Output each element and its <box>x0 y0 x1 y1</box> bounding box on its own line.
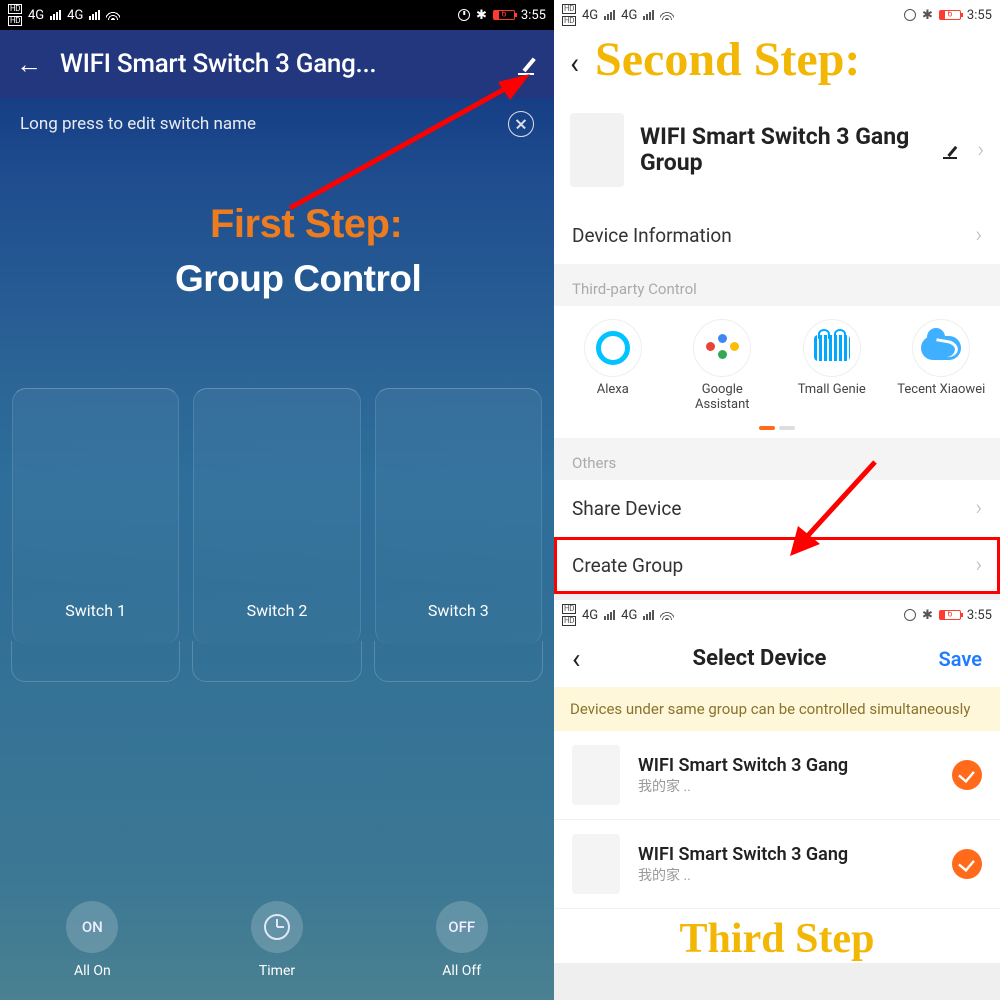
cloud-icon <box>921 336 961 360</box>
google-assistant-button[interactable]: Google Assistant <box>674 320 770 412</box>
back-icon[interactable]: ‹ <box>572 642 580 675</box>
third-party-row: Alexa Google Assistant Tmall Genie Tecen… <box>554 306 1000 422</box>
clock-text: 3:55 <box>967 8 992 23</box>
bluetooth-icon: ✱ <box>922 8 933 23</box>
off-icon: OFF <box>436 901 488 953</box>
row-device-info[interactable]: Device Information› <box>554 207 1000 264</box>
battery-icon: 6 <box>493 10 515 20</box>
on-icon: ON <box>66 901 118 953</box>
row-share-device[interactable]: Share Device› <box>554 480 1000 537</box>
edit-icon[interactable] <box>943 141 961 159</box>
device-icon <box>572 745 620 805</box>
tmall-genie-button[interactable]: Tmall Genie <box>784 320 880 412</box>
chevron-right-icon: › <box>975 496 982 521</box>
bluetooth-icon: ✱ <box>922 608 933 623</box>
tmall-icon <box>814 335 850 361</box>
device-header: WIFI Smart Switch 3 Gang Group › <box>554 97 1000 207</box>
select-header: ‹ Select Device Save <box>554 630 1000 687</box>
checkmark-icon[interactable] <box>952 760 982 790</box>
switch-card-1[interactable]: Switch 1 <box>12 388 179 644</box>
device-icon <box>572 834 620 894</box>
tencent-xiaowei-button[interactable]: Tecent Xiaowei <box>893 320 989 412</box>
chevron-right-icon: › <box>975 223 982 248</box>
device-thumb-icon <box>570 113 624 187</box>
device-item-2[interactable]: WIFI Smart Switch 3 Gang 我的家 .. <box>554 820 1000 909</box>
switch-card-2[interactable]: Switch 2 <box>193 388 360 644</box>
annotation-third-step: Third Step <box>554 909 1000 963</box>
page-indicator <box>554 422 1000 438</box>
section-third-party: Third-party Control <box>554 264 1000 306</box>
save-button[interactable]: Save <box>939 647 982 671</box>
alexa-button[interactable]: Alexa <box>565 320 661 412</box>
info-banner: Devices under same group can be controll… <box>554 687 1000 731</box>
clock-text: 3:55 <box>967 608 992 623</box>
all-off-button[interactable]: OFF All Off <box>369 880 554 1000</box>
back-icon[interactable]: ‹ <box>554 46 595 81</box>
alexa-icon <box>596 331 630 365</box>
page-title: WIFI Smart Switch 3 Gang... <box>60 49 498 79</box>
wifi-icon <box>660 610 674 620</box>
alarm-icon <box>904 9 916 21</box>
wifi-icon <box>106 10 120 20</box>
device-title: WIFI Smart Switch 3 Gang Group <box>640 124 927 177</box>
back-icon[interactable]: ← <box>16 49 42 80</box>
step1-screen: HDHD 4G 4G ✱ 6 3:55 ← WIFI Smart Switch … <box>0 0 554 1000</box>
row-create-group[interactable]: Create Group› <box>554 537 1000 594</box>
alarm-icon <box>458 9 470 21</box>
battery-icon: 6 <box>939 610 961 620</box>
page-title: Select Device <box>693 646 827 671</box>
battery-icon: 6 <box>939 10 961 20</box>
all-on-button[interactable]: ON All On <box>0 880 185 1000</box>
checkmark-icon[interactable] <box>952 849 982 879</box>
chevron-right-icon: › <box>975 553 982 578</box>
close-icon[interactable] <box>508 111 534 137</box>
edit-icon[interactable] <box>516 53 538 75</box>
app-bar: ← WIFI Smart Switch 3 Gang... <box>0 30 554 98</box>
tip-bar: Long press to edit switch name <box>0 98 554 150</box>
wifi-icon <box>660 10 674 20</box>
right-column: HDHD 4G 4G ✱ 6 3:55 ‹ Second Step: WIFI … <box>554 0 1000 1000</box>
chevron-right-icon[interactable]: › <box>977 138 984 163</box>
annotation-second-step: Second Step: <box>595 30 860 97</box>
tip-text: Long press to edit switch name <box>20 114 256 134</box>
switch-card-3[interactable]: Switch 3 <box>375 388 542 644</box>
google-icon <box>706 332 738 364</box>
status-bar: HDHD 4G 4G ✱ 6 3:55 <box>554 0 1000 30</box>
status-bar: HDHD 4G 4G ✱ 6 3:55 <box>554 600 1000 630</box>
switch-row: Switch 1 Switch 2 Switch 3 <box>12 388 542 644</box>
status-bar: HDHD 4G 4G ✱ 6 3:55 <box>0 0 554 30</box>
bluetooth-icon: ✱ <box>476 8 487 23</box>
bottom-bar: ON All On Timer OFF All Off <box>0 880 554 1000</box>
device-item-1[interactable]: WIFI Smart Switch 3 Gang 我的家 .. <box>554 731 1000 820</box>
clock-icon <box>251 901 303 953</box>
clock-text: 3:55 <box>521 8 546 23</box>
alarm-icon <box>904 609 916 621</box>
timer-button[interactable]: Timer <box>185 880 370 1000</box>
section-others: Others <box>554 438 1000 480</box>
